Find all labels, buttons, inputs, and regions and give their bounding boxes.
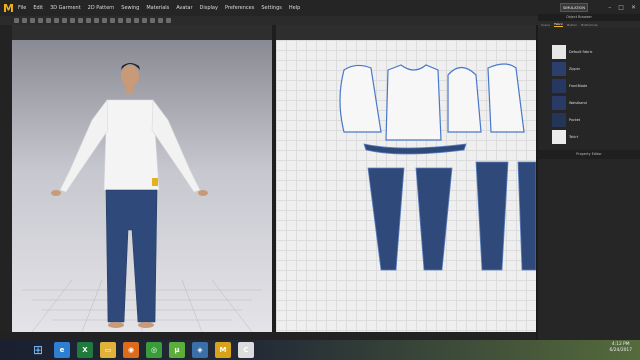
- firefox-icon[interactable]: ◉: [123, 342, 139, 358]
- 3d-viewport[interactable]: [12, 40, 272, 333]
- waistband-pattern[interactable]: [363, 143, 467, 155]
- sleeve-pattern-left[interactable]: [339, 64, 382, 133]
- tool-icon[interactable]: [94, 18, 99, 23]
- maximize-icon[interactable]: □: [618, 4, 624, 11]
- fabric-list: Default Fabric Zipper FrontBlade Waistba…: [552, 44, 640, 146]
- back-pant-pattern[interactable]: [415, 167, 453, 271]
- fabric-item[interactable]: Pocket: [552, 112, 640, 127]
- pattern-canvas: [339, 63, 536, 271]
- panel-title: Object Browser: [538, 14, 640, 21]
- clo-icon[interactable]: C: [238, 342, 254, 358]
- left-tool-strip: [0, 25, 12, 340]
- avatar[interactable]: [51, 63, 208, 328]
- fabric-swatch: [552, 44, 566, 59]
- tool-icon[interactable]: [126, 18, 131, 23]
- fabric-name: Tshirt: [569, 134, 579, 139]
- menu-help[interactable]: Help: [289, 5, 300, 11]
- front-pant-pattern[interactable]: [367, 167, 405, 271]
- fabric-swatch: [552, 112, 566, 127]
- menu-sewing[interactable]: Sewing: [121, 5, 139, 11]
- windows-taskbar: ⊞ e X ▭ ◉ ◎ μ ◈ M C 4:12 PM 6/24/2017: [0, 340, 640, 360]
- internet-explorer-icon[interactable]: e: [54, 342, 70, 358]
- front-bodice-pattern[interactable]: [385, 64, 442, 141]
- utorrent-icon[interactable]: μ: [169, 342, 185, 358]
- tool-icon[interactable]: [166, 18, 171, 23]
- tool-icon[interactable]: [142, 18, 147, 23]
- simulation-button[interactable]: SIMULATION: [560, 3, 588, 12]
- tool-icon[interactable]: [110, 18, 115, 23]
- tab-fabric[interactable]: Fabric: [554, 22, 564, 27]
- fabric-item[interactable]: Zipper: [552, 61, 640, 76]
- back-bodice-pattern[interactable]: [487, 63, 525, 133]
- tool-icon[interactable]: [134, 18, 139, 23]
- close-icon[interactable]: ✕: [631, 4, 636, 11]
- menu-materials[interactable]: Materials: [146, 5, 169, 11]
- pant-leg-pattern-far-right[interactable]: [517, 161, 536, 271]
- fabric-item[interactable]: Default Fabric: [552, 44, 640, 59]
- menu-3d-garment[interactable]: 3D Garment: [50, 5, 81, 11]
- clock-date: 6/24/2017: [609, 348, 632, 353]
- app-icon[interactable]: ◈: [192, 342, 208, 358]
- menu-avatar[interactable]: Avatar: [176, 5, 192, 11]
- file-explorer-icon[interactable]: ▭: [100, 342, 116, 358]
- menu-settings[interactable]: Settings: [261, 5, 282, 11]
- minimize-icon[interactable]: –: [608, 4, 611, 11]
- fabric-item[interactable]: Tshirt: [552, 129, 640, 144]
- tab-button[interactable]: Button: [567, 23, 577, 27]
- tool-icon[interactable]: [118, 18, 123, 23]
- avatar-scene: [22, 63, 262, 333]
- 2d-window-tab[interactable]: [276, 25, 536, 40]
- tool-icon[interactable]: [158, 18, 163, 23]
- property-editor-header: Property Editor: [538, 150, 640, 159]
- fabric-swatch: [552, 129, 566, 144]
- tool-icon[interactable]: [102, 18, 107, 23]
- tool-icon[interactable]: [30, 18, 35, 23]
- fabric-name: Pocket: [569, 117, 581, 122]
- pant-leg-pattern-right[interactable]: [475, 161, 509, 271]
- menu-preferences[interactable]: Preferences: [225, 5, 254, 11]
- fabric-item[interactable]: Waistband: [552, 95, 640, 110]
- tool-icon[interactable]: [62, 18, 67, 23]
- status-bar: [0, 332, 536, 340]
- system-clock[interactable]: 4:12 PM 6/24/2017: [609, 342, 632, 354]
- tool-icon[interactable]: [38, 18, 43, 23]
- chrome-icon[interactable]: ◎: [146, 342, 162, 358]
- tool-icon[interactable]: [22, 18, 27, 23]
- tool-icon[interactable]: [54, 18, 59, 23]
- 3d-window-tab[interactable]: [12, 25, 272, 40]
- fabric-swatch: [552, 78, 566, 93]
- label-tag-icon: [152, 178, 158, 186]
- fabric-name: Zipper: [569, 66, 581, 71]
- panel-tabs: Scene Fabric Button Buttonhole: [538, 21, 640, 28]
- menu-edit[interactable]: Edit: [33, 5, 43, 11]
- tool-icon[interactable]: [86, 18, 91, 23]
- tab-scene[interactable]: Scene: [541, 23, 550, 27]
- fabric-name: FrontBlade: [569, 83, 588, 88]
- excel-icon[interactable]: X: [77, 342, 93, 358]
- fabric-name: Default Fabric: [569, 49, 593, 54]
- tool-icon[interactable]: [70, 18, 75, 23]
- menu-2d-pattern[interactable]: 2D Pattern: [88, 5, 115, 11]
- tool-icon[interactable]: [14, 18, 19, 23]
- sleeve-pattern-right[interactable]: [447, 66, 482, 133]
- 2d-pattern-viewport[interactable]: [276, 40, 536, 332]
- fabric-item[interactable]: FrontBlade: [552, 78, 640, 93]
- app-logo: M: [3, 1, 14, 15]
- fabric-swatch: [552, 95, 566, 110]
- tool-icon[interactable]: [150, 18, 155, 23]
- fabric-swatch: [552, 61, 566, 76]
- menu-display[interactable]: Display: [200, 5, 218, 11]
- menu-file[interactable]: File: [18, 5, 26, 11]
- tab-buttonhole[interactable]: Buttonhole: [581, 23, 597, 27]
- object-browser-panel: Object Browser Scene Fabric Button Butto…: [538, 14, 640, 340]
- tool-icon[interactable]: [78, 18, 83, 23]
- marvelous-icon[interactable]: M: [215, 342, 231, 358]
- tool-icon[interactable]: [46, 18, 51, 23]
- fabric-name: Waistband: [569, 100, 587, 105]
- windows-start-icon[interactable]: ⊞: [30, 342, 46, 358]
